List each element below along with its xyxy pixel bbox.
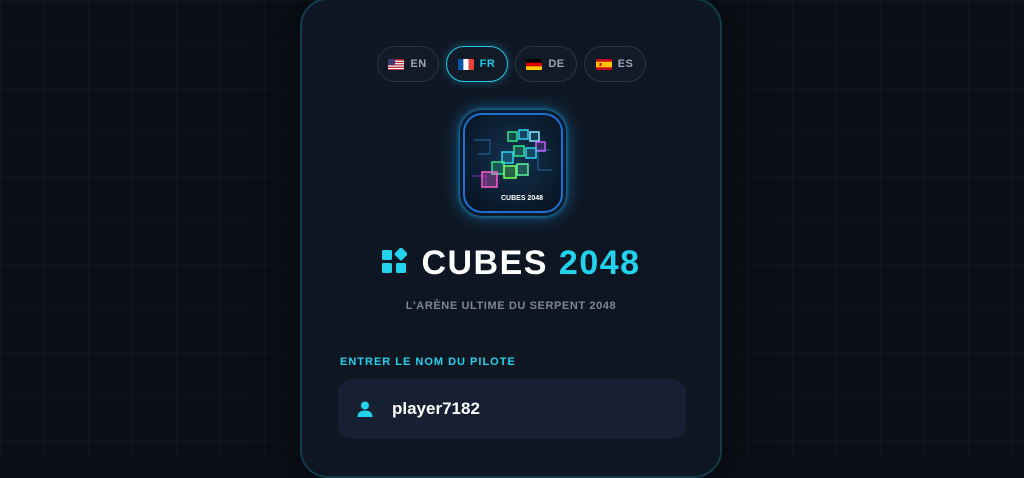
lang-button-de[interactable]: DE [514, 46, 577, 82]
game-logo: CUBES 2048 [460, 110, 566, 216]
pilot-name-field[interactable] [338, 379, 686, 439]
lang-label: ES [617, 58, 634, 70]
fr-flag-icon [457, 58, 474, 70]
blocks-icon [381, 244, 408, 283]
us-flag-icon [388, 58, 405, 70]
user-icon [356, 400, 374, 418]
lang-button-es[interactable]: ES [583, 46, 646, 82]
pilot-name-label: ENTRER LE NOM DU PILOTE [340, 356, 516, 368]
de-flag-icon [526, 58, 543, 70]
es-flag-icon [595, 58, 612, 70]
title-number: 2048 [558, 244, 641, 282]
lang-button-en[interactable]: EN [376, 46, 439, 82]
game-title: CUBES 2048 [302, 244, 720, 283]
language-switcher: EN FR DE ES [302, 46, 720, 82]
logo-caption: CUBES 2048 [501, 195, 543, 202]
game-subtitle: L'ARÈNE ULTIME DU SERPENT 2048 [405, 300, 617, 312]
login-card: EN FR DE ES CUBES 2048 CUBES 2048 L'ARÈN… [300, 0, 722, 478]
title-text: CUBES [421, 244, 548, 282]
lang-button-fr[interactable]: FR [445, 46, 508, 82]
lang-label: FR [479, 58, 496, 70]
lang-label: DE [548, 58, 565, 70]
pilot-name-input[interactable] [390, 398, 674, 420]
lang-label: EN [410, 58, 427, 70]
